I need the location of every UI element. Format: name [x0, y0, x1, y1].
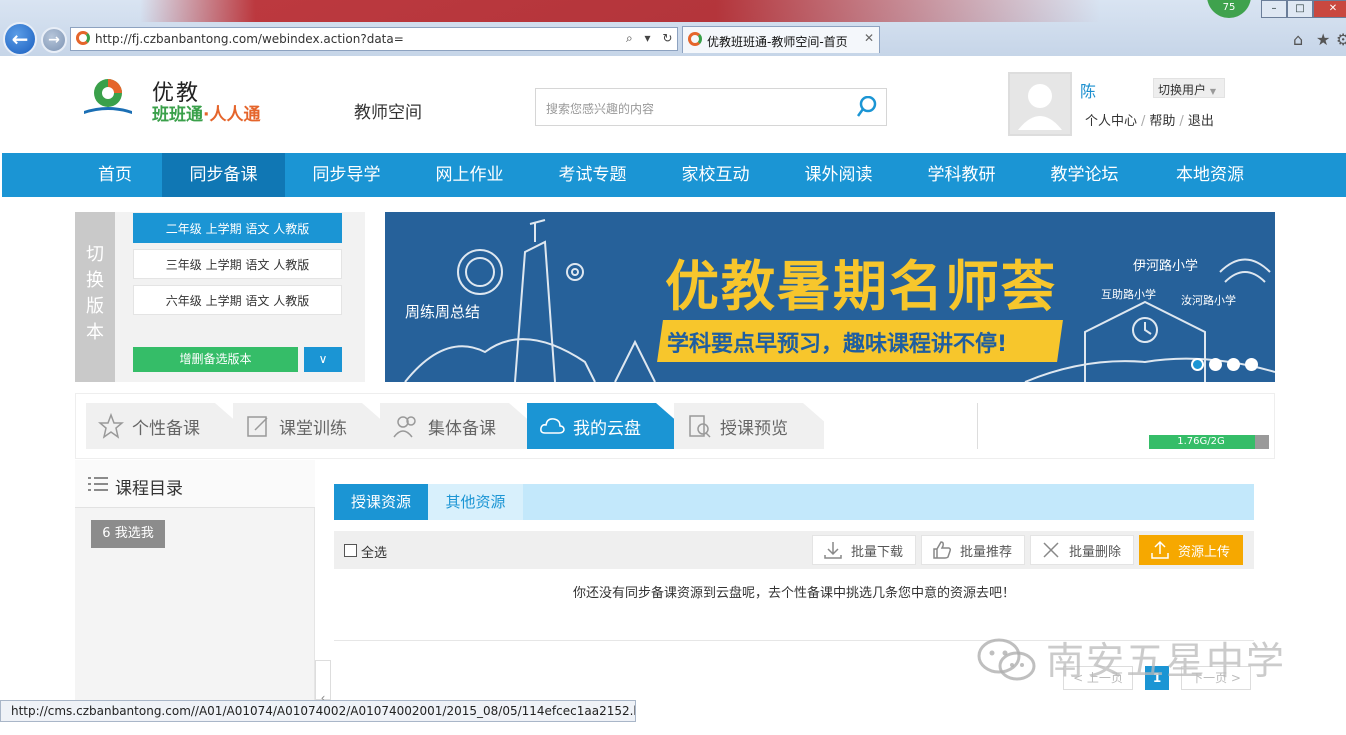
back-button[interactable]: ←: [3, 22, 37, 56]
tab-lesson-preview[interactable]: 授课预览: [674, 403, 824, 449]
batch-recommend-button[interactable]: 批量推荐: [921, 535, 1025, 565]
thumbs-up-icon: [933, 541, 952, 559]
avatar[interactable]: [1008, 72, 1072, 136]
browser-titlebar-background: [140, 0, 1100, 22]
user-placeholder-icon: [1018, 84, 1062, 130]
address-text: http://fj.czbanbantong.com/webindex.acti…: [95, 32, 404, 46]
nav-reading[interactable]: 课外阅读: [777, 153, 900, 197]
group-icon: [393, 416, 416, 438]
catalog-title: 课程目录: [115, 479, 183, 499]
browser-tab[interactable]: 优教班班通-教师空间-首页: [682, 26, 880, 53]
promo-banner[interactable]: 周练周总结 伊河路小学 互助路小学 汝河路小学 优教暑期名师荟 学科要点早预习，…: [385, 212, 1275, 382]
batch-download-button[interactable]: 批量下载: [812, 535, 916, 565]
banner-subtitle: 学科要点早预习，趣味课程讲不停!: [667, 332, 1008, 357]
tab-my-cloud[interactable]: 我的云盘: [527, 403, 677, 449]
slide-dot-active[interactable]: [1191, 358, 1204, 371]
tab-teaching-resources[interactable]: 授课资源: [334, 484, 428, 520]
nav-homework[interactable]: 网上作业: [408, 153, 531, 197]
catalog-header: [75, 460, 315, 508]
logo-subtitle: 班班通·人人通: [152, 105, 261, 125]
main-nav: 首页 同步备课 同步导学 网上作业 考试专题 家校互动 课外阅读 学科教研 教学…: [2, 153, 1346, 197]
nav-research[interactable]: 学科教研: [900, 153, 1023, 197]
tab-close-icon[interactable]: ✕: [864, 31, 874, 45]
version-item[interactable]: 三年级 上学期 语文 人教版: [133, 249, 342, 279]
help-link[interactable]: 帮助: [1149, 114, 1175, 129]
add-version-button[interactable]: 增删备选版本: [133, 347, 298, 372]
address-bar[interactable]: http://fj.czbanbantong.com/webindex.acti…: [70, 27, 678, 51]
logout-link[interactable]: 退出: [1188, 114, 1214, 129]
empty-state-message: 你还没有同步备课资源到云盘呢，去个性备课中挑选几条您中意的资源去吧！: [572, 586, 1015, 601]
storage-label: 1.76G/2G: [1177, 436, 1225, 447]
version-dropdown-button[interactable]: ∨: [304, 347, 342, 372]
download-icon: [824, 542, 842, 559]
space-title: 教师空间: [354, 103, 422, 123]
tools-divider: [977, 403, 978, 449]
nav-home[interactable]: 首页: [74, 153, 156, 197]
tab-personal-lesson[interactable]: 个性备课: [86, 403, 236, 449]
select-all-checkbox[interactable]: [344, 544, 357, 557]
version-switch-label: 切换版本: [75, 212, 115, 382]
settings-gear-icon[interactable]: ⚙: [1336, 30, 1346, 49]
catalog-lesson-item[interactable]: 6 我选我: [91, 520, 165, 548]
version-switch-text: 切换版本: [86, 244, 104, 343]
banner-title: 优教暑期名师荟: [665, 255, 1057, 318]
nav-exam[interactable]: 考试专题: [531, 153, 654, 197]
home-icon[interactable]: ⌂: [1293, 30, 1303, 49]
watermark-text: 南安五星中学: [1046, 639, 1287, 683]
logo-icon: [84, 79, 132, 114]
switch-user-button[interactable]: 切换用户 ▼: [1153, 78, 1225, 98]
version-item[interactable]: 六年级 上学期 语文 人教版: [133, 285, 342, 315]
collapse-catalog-button[interactable]: ‹: [315, 660, 331, 705]
slide-dot[interactable]: [1245, 358, 1258, 371]
search-placeholder: 搜索您感兴趣的内容: [546, 102, 655, 116]
banner-school-3: 汝河路小学: [1181, 293, 1236, 307]
edit-icon: [247, 416, 268, 437]
nav-sync-guide[interactable]: 同步导学: [285, 153, 408, 197]
wechat-watermark-icon: [977, 638, 1036, 681]
list-icon: [88, 477, 108, 491]
upload-resource-button[interactable]: 资源上传: [1139, 535, 1243, 565]
tab-group-lesson[interactable]: 集体备课: [380, 403, 530, 449]
nav-sync-lesson[interactable]: 同步备课: [162, 153, 285, 197]
banner-school-1: 伊河路小学: [1133, 258, 1198, 274]
select-all-label[interactable]: 全选: [361, 542, 387, 561]
close-window-button[interactable]: ✕: [1313, 0, 1346, 18]
batch-delete-button[interactable]: 批量删除: [1030, 535, 1134, 565]
cloud-icon: [540, 418, 565, 434]
delete-icon: [1043, 542, 1059, 558]
tab-favicon-icon: [688, 32, 702, 46]
banner-school-2: 互助路小学: [1101, 287, 1156, 301]
slide-dot[interactable]: [1227, 358, 1240, 371]
nav-home-school[interactable]: 家校互动: [654, 153, 777, 197]
browser-status-bar: http://cms.czbanbantong.com//A01/A01074/…: [0, 700, 636, 722]
minimize-button[interactable]: –: [1261, 0, 1287, 18]
chevron-down-icon: ∨: [318, 352, 328, 366]
caret-down-icon: ▼: [1209, 87, 1216, 96]
arrow-left-icon: ←: [11, 27, 29, 51]
tab-title: 优教班班通-教师空间-首页: [707, 35, 848, 49]
banner-deco-left: 周练周总结: [405, 303, 480, 321]
search-icon[interactable]: [857, 96, 877, 118]
nav-forum[interactable]: 教学论坛: [1023, 153, 1146, 197]
upload-icon: [1151, 540, 1169, 559]
arrow-right-icon: →: [48, 32, 60, 48]
star-outline-icon: [98, 413, 124, 439]
favorites-star-icon[interactable]: ★: [1316, 30, 1330, 49]
address-tools[interactable]: ⌕ ▾ ↻: [626, 31, 676, 46]
user-links: 个人中心 / 帮助 / 退出: [1085, 114, 1214, 129]
personal-center-link[interactable]: 个人中心: [1085, 114, 1137, 129]
preview-icon: [689, 415, 711, 438]
user-name[interactable]: 陈: [1080, 78, 1096, 102]
tab-class-practice[interactable]: 课堂训练: [233, 403, 383, 449]
forward-button[interactable]: →: [41, 27, 67, 53]
tab-other-resources[interactable]: 其他资源: [428, 484, 523, 520]
slide-dot[interactable]: [1209, 358, 1222, 371]
search-input[interactable]: 搜索您感兴趣的内容: [535, 88, 887, 126]
version-item[interactable]: 二年级 上学期 语文 人教版: [133, 213, 342, 243]
nav-local-resources[interactable]: 本地资源: [1146, 153, 1274, 197]
maximize-button[interactable]: □: [1287, 0, 1313, 18]
site-favicon-icon: [76, 31, 90, 45]
